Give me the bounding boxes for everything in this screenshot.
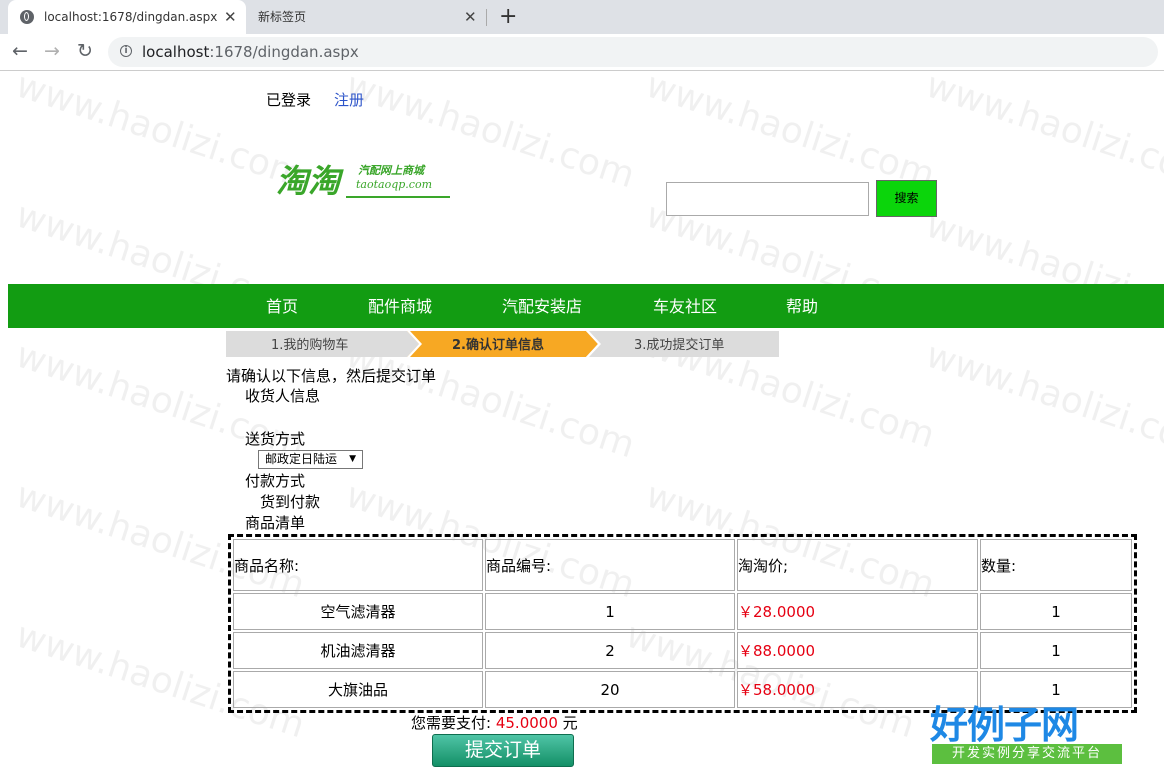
shipping-select[interactable]: 邮政定日陆运 ▼ <box>258 450 363 469</box>
svg-text:taotaoqp.com: taotaoqp.com <box>356 178 432 191</box>
watermark-text: www.haolizi.com <box>921 334 1164 467</box>
item-qty: 1 <box>980 593 1132 630</box>
column-header: 商品名称: <box>233 539 483 591</box>
column-header: 商品编号: <box>485 539 735 591</box>
url-text[interactable]: localhost:1678/dingdan.aspx <box>142 37 359 67</box>
item-price: ￥88.0000 <box>737 632 978 669</box>
total-label: 您需要支付: <box>411 714 492 732</box>
column-header: 淘淘价; <box>737 539 978 591</box>
watermark-logo: 好例子网 开发实例分享交流平台 <box>930 694 1124 768</box>
search-button[interactable]: 搜索 <box>876 180 937 217</box>
watermark-text: www.haolizi.com <box>11 64 310 197</box>
item-qty: 1 <box>980 632 1132 669</box>
total-line: 您需要支付: 45.0000 元 <box>411 713 578 733</box>
item-id: 2 <box>485 632 735 669</box>
forward-icon[interactable]: → <box>44 40 60 62</box>
address-bar[interactable]: i localhost:1678/dingdan.aspx <box>108 37 1158 67</box>
nav-item-help[interactable]: 帮助 <box>786 284 818 330</box>
items-label: 商品清单 <box>245 514 306 532</box>
back-icon[interactable]: ← <box>12 40 28 62</box>
browser-toolbar: ← → ↻ i localhost:1678/dingdan.aspx <box>0 34 1164 71</box>
shipping-selected-value: 邮政定日陆运 <box>265 452 338 466</box>
step-2: 2.确认订单信息 <box>452 337 544 353</box>
tab-separator <box>486 9 487 26</box>
shipping-label: 送货方式 <box>245 430 306 448</box>
item-id: 1 <box>485 593 735 630</box>
table-row: 机油滤清器 2 ￥88.0000 1 <box>233 632 1132 669</box>
column-header: 数量: <box>980 539 1132 591</box>
tab-strip: localhost:1678/dingdan.aspx ✕ 新标签页 ✕ + <box>0 0 1164 34</box>
globe-icon <box>20 10 34 24</box>
info-icon[interactable]: i <box>120 45 132 57</box>
table-row: 空气滤清器 1 ￥28.0000 1 <box>233 593 1132 630</box>
tab-title: 新标签页 <box>258 10 307 24</box>
receiver-label: 收货人信息 <box>245 387 321 405</box>
nav-item-install-shops[interactable]: 汽配安装店 <box>502 284 582 330</box>
watermark-text: www.haolizi.com <box>921 64 1164 197</box>
login-status: 已登录 <box>266 91 312 109</box>
confirm-prompt: 请确认以下信息，然后提交订单 <box>226 367 437 385</box>
search-input[interactable] <box>666 182 869 216</box>
main-nav: 首页 配件商城 汽配安装店 车友社区 帮助 <box>8 284 1164 328</box>
item-name: 大旗油品 <box>233 671 483 708</box>
step-3: 3.成功提交订单 <box>634 337 724 353</box>
close-tab-icon[interactable]: ✕ <box>224 0 237 34</box>
reload-icon[interactable]: ↻ <box>77 40 93 62</box>
tab-title: localhost:1678/dingdan.aspx <box>44 10 218 24</box>
tab-new[interactable]: 新标签页 ✕ <box>246 0 486 34</box>
table-header-row: 商品名称: 商品编号: 淘淘价; 数量: <box>233 539 1132 591</box>
watermark-text: www.haolizi.com <box>641 64 940 197</box>
nav-item-home[interactable]: 首页 <box>266 284 298 330</box>
tab-active[interactable]: localhost:1678/dingdan.aspx ✕ <box>8 0 246 34</box>
payment-value: 货到付款 <box>260 493 321 511</box>
new-tab-button[interactable]: + <box>499 0 517 34</box>
submit-order-button[interactable]: 提交订单 <box>432 734 574 767</box>
dropdown-arrow-icon: ▼ <box>349 454 356 464</box>
total-amount: 45.0000 <box>495 714 558 732</box>
total-unit: 元 <box>562 714 578 732</box>
order-items-table: 商品名称: 商品编号: 淘淘价; 数量: 空气滤清器 1 ￥28.0000 1 … <box>228 534 1137 713</box>
close-tab-icon[interactable]: ✕ <box>464 0 477 34</box>
item-name: 空气滤清器 <box>233 593 483 630</box>
payment-label: 付款方式 <box>245 472 306 490</box>
svg-text:淘淘: 淘淘 <box>276 162 344 200</box>
nav-item-parts-mall[interactable]: 配件商城 <box>368 284 432 330</box>
nav-item-community[interactable]: 车友社区 <box>653 284 717 330</box>
step-1: 1.我的购物车 <box>271 337 348 353</box>
item-price: ￥28.0000 <box>737 593 978 630</box>
register-link[interactable]: 注册 <box>334 90 364 110</box>
site-logo[interactable]: 淘淘 汽配网上商城 taotaoqp.com <box>276 158 452 202</box>
checkout-steps: 1.我的购物车 2.确认订单信息 3.成功提交订单 <box>226 331 779 357</box>
watermark-brand: 好例子网 <box>930 703 1079 747</box>
svg-text:汽配网上商城: 汽配网上商城 <box>358 164 426 177</box>
item-name: 机油滤清器 <box>233 632 483 669</box>
watermark-slogan: 开发实例分享交流平台 <box>932 744 1122 764</box>
item-id: 20 <box>485 671 735 708</box>
